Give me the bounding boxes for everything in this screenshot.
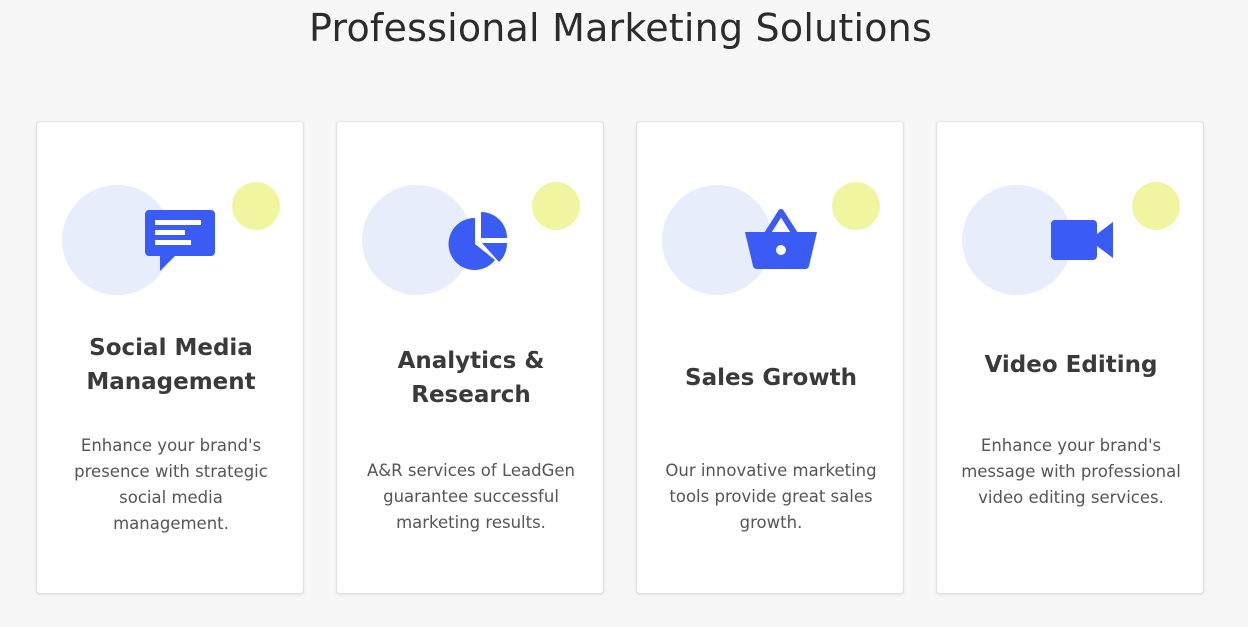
card-description: A&R services of LeadGen guarantee succes… (367, 461, 575, 532)
service-card-analytics: Analytics & Research A&R services of Lea… (336, 121, 604, 594)
chat-message-icon (137, 204, 217, 276)
card-title: Video Editing (984, 352, 1158, 378)
card-description: Our innovative marketing tools provide g… (665, 461, 877, 532)
decorative-circle-yellow (532, 182, 580, 230)
card-description: Enhance your brand's message with profes… (961, 436, 1181, 507)
shopping-basket-icon (737, 204, 817, 276)
decorative-circle-yellow (1132, 182, 1180, 230)
card-description: Enhance your brand's presence with strat… (74, 436, 268, 533)
service-card-sales: Sales Growth Our innovative marketing to… (636, 121, 904, 594)
service-card-social-media: Social Media Management Enhance your bra… (36, 121, 304, 594)
decorative-circle-yellow (832, 182, 880, 230)
decorative-circle-yellow (232, 182, 280, 230)
card-title: Social Media Management (86, 335, 256, 395)
services-section: Professional Marketing Solutions Social … (0, 0, 1248, 627)
card-title: Analytics & Research (397, 348, 545, 408)
pie-chart-icon (437, 204, 517, 276)
card-title: Sales Growth (685, 365, 857, 391)
section-title: Professional Marketing Solutions (309, 6, 932, 50)
video-camera-icon (1037, 204, 1117, 276)
service-card-video: Video Editing Enhance your brand's messa… (936, 121, 1204, 594)
